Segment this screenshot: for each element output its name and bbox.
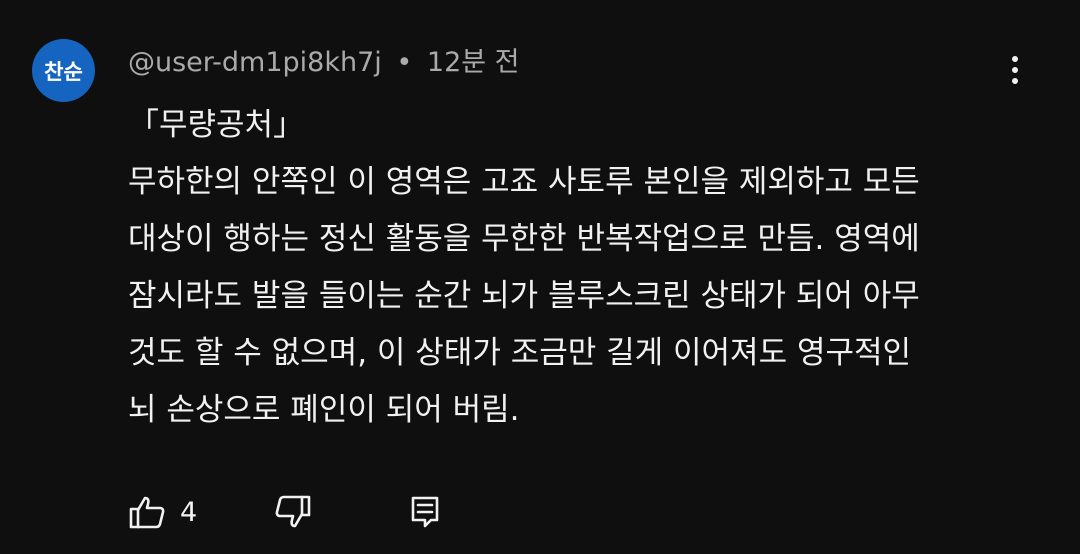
thumb-up-icon (128, 493, 166, 531)
comment-meta: @user-dm1pi8kh7j • 12분 전 (128, 40, 520, 79)
author-handle[interactable]: @user-dm1pi8kh7j (128, 47, 382, 78)
comment-timestamp[interactable]: 12분 전 (427, 47, 520, 78)
avatar[interactable]: 찬순 (32, 39, 95, 102)
avatar-initials: 찬순 (44, 59, 83, 84)
comment-line: 것도 할 수 없으며, 이 상태가 조금만 길게 이어져도 영구적인 (128, 335, 912, 371)
comment-body: 「무량공처」 무하한의 안쪽인 이 영역은 고죠 사토루 본인을 제외하고 모든… (128, 97, 1028, 439)
comment-line: 무하한의 안쪽인 이 영역은 고죠 사토루 본인을 제외하고 모든 (128, 164, 920, 200)
comment-line: 잠시라도 발을 들이는 순간 뇌가 블루스크린 상태가 되어 아무 (128, 278, 920, 314)
thumb-down-icon (274, 493, 312, 531)
comment-line: 대상이 행하는 정신 활동을 무한한 반복작업으로 만듬. 영역에 (128, 221, 920, 257)
reply-comment-icon (410, 495, 440, 529)
comment-line: 「무량공처」 (128, 107, 305, 143)
like-count: 4 (180, 496, 198, 528)
dislike-button[interactable] (274, 493, 312, 531)
comment-line: 뇌 손상으로 폐인이 되어 버림. (128, 392, 520, 428)
more-vert-icon[interactable] (1000, 50, 1030, 90)
like-button[interactable]: 4 (128, 493, 197, 531)
meta-separator: • (396, 47, 413, 78)
comment-actions: 4 (128, 490, 440, 534)
reply-button[interactable] (410, 495, 440, 529)
